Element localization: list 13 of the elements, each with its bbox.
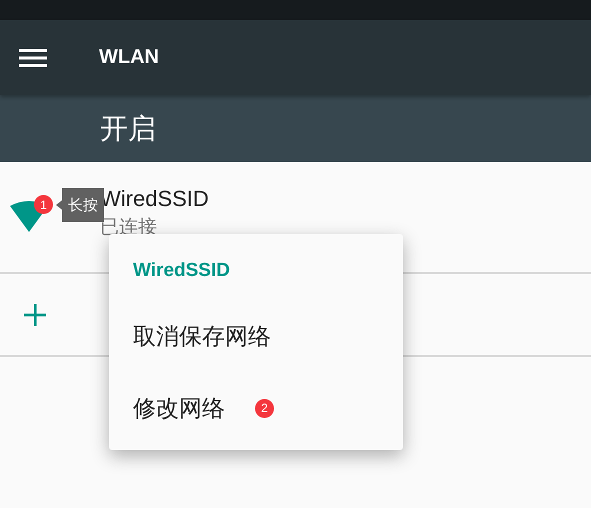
tooltip: 长按 — [56, 188, 104, 222]
menu-item[interactable]: 取消保存网络 — [109, 300, 403, 372]
switch-bar[interactable]: 开启 — [0, 95, 591, 162]
toolbar-title: WLAN — [99, 46, 159, 69]
menu-item[interactable]: 修改网络 2 — [109, 372, 403, 444]
menu-title: WiredSSID — [133, 260, 230, 282]
menu-item-label: 取消保存网络 — [133, 322, 271, 352]
plus-icon[interactable] — [24, 304, 46, 326]
step-badge: 2 — [255, 398, 274, 418]
menu-icon[interactable] — [19, 48, 47, 68]
step-badge: 1 — [34, 195, 53, 214]
menu-item-label: 修改网络 — [133, 394, 225, 424]
switch-label: 开启 — [100, 110, 156, 146]
